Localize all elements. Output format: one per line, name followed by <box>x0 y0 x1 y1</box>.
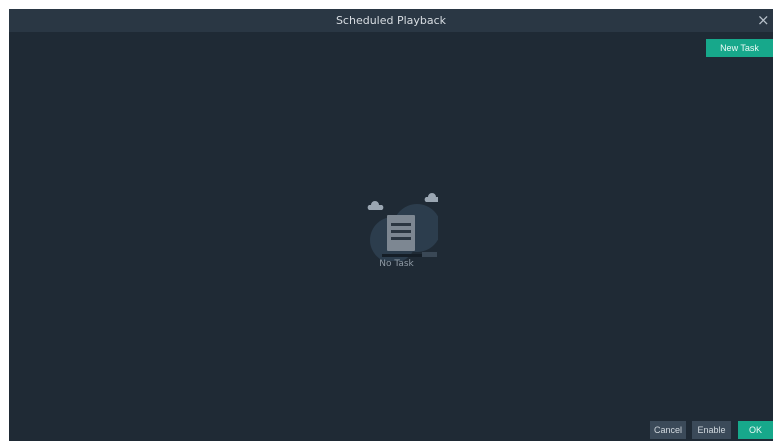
document-with-clouds-icon <box>358 185 441 263</box>
close-button[interactable]: × <box>757 9 773 32</box>
cancel-button[interactable]: Cancel <box>650 421 686 439</box>
empty-state-message: No Task <box>379 259 414 269</box>
title-bar: Scheduled Playback × <box>9 9 773 32</box>
enable-button[interactable]: Enable <box>692 421 731 439</box>
scheduled-playback-dialog: Scheduled Playback × New Task No Task Ca… <box>9 9 773 441</box>
dialog-title: Scheduled Playback <box>335 14 447 27</box>
ok-button[interactable]: OK <box>738 421 773 439</box>
new-task-button[interactable]: New Task <box>706 39 773 57</box>
